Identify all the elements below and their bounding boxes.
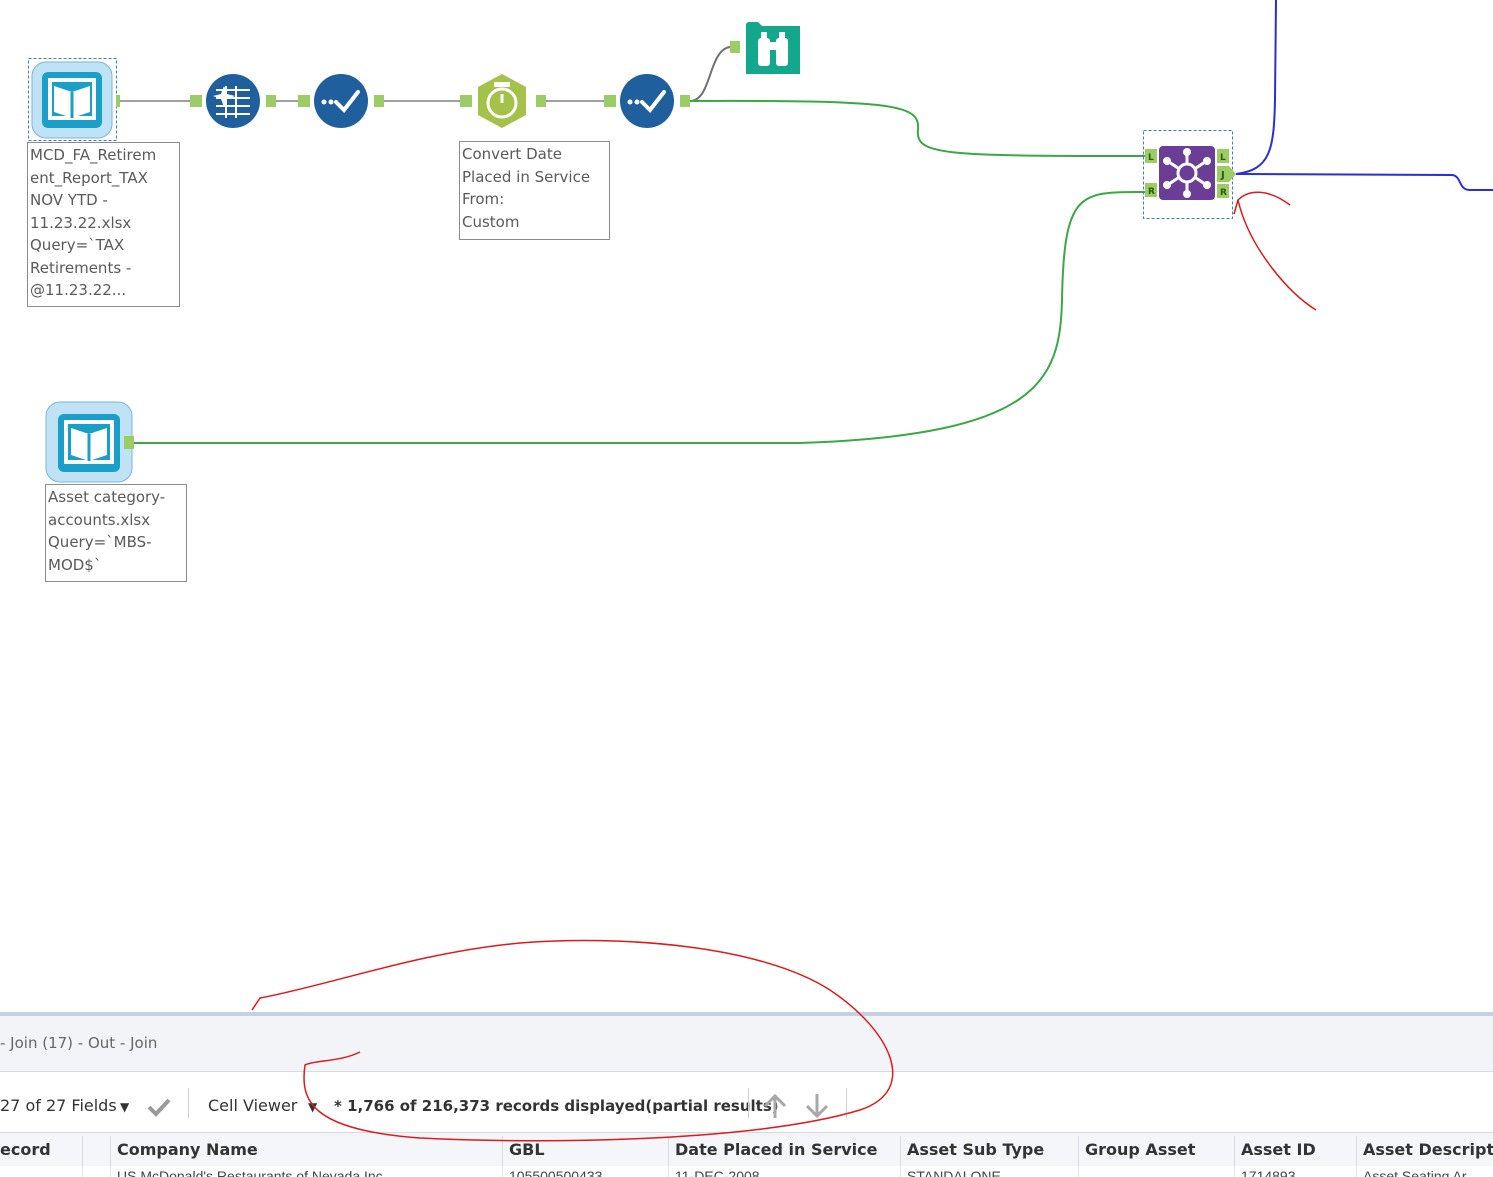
cell-gbl: 105500500433	[502, 1166, 668, 1177]
column-header-date-placed-in-service[interactable]: Date Placed in Service	[668, 1136, 900, 1166]
input-data-book-icon	[28, 58, 124, 141]
tool-select-2[interactable]	[604, 72, 694, 132]
cell-blank	[82, 1166, 110, 1177]
tool-autofield[interactable]	[190, 72, 278, 132]
fields-dropdown[interactable]: 27 of 27 Fields	[0, 1096, 117, 1115]
cell-record	[0, 1166, 82, 1177]
cell-asset-id: 1714893	[1234, 1166, 1356, 1177]
tool-input-data-1[interactable]	[28, 58, 124, 142]
wire-select2-to-browse	[689, 46, 731, 102]
checkmark-icon[interactable]	[146, 1096, 172, 1118]
column-header-group-asset[interactable]: Group Asset	[1078, 1136, 1234, 1166]
wire-input2-to-join-right	[132, 190, 1146, 444]
wire-join-out-right	[1235, 173, 1493, 191]
cell-viewer-button[interactable]: Cell Viewer	[208, 1096, 297, 1115]
toolbar-separator	[188, 1088, 189, 1118]
join-anchor-left: L	[1148, 153, 1154, 163]
fields-chevron-down-icon[interactable]: ▼	[120, 1100, 129, 1114]
column-header-gbl[interactable]: GBL	[502, 1136, 668, 1166]
column-header-company-name[interactable]: Company Name	[110, 1136, 502, 1166]
input-data-book-icon	[45, 401, 134, 483]
select-check-icon	[604, 74, 690, 128]
connection-wires	[116, 0, 1493, 444]
toolbar-separator	[748, 1088, 749, 1118]
grid-header: ecord Company Name GBL Date Placed in Se…	[0, 1136, 1493, 1166]
auto-field-icon	[190, 74, 276, 128]
browse-binoculars-icon	[730, 22, 800, 74]
table-row[interactable]: US McDonald's Restaurants of Nevada Inc …	[0, 1166, 1493, 1177]
workflow-canvas[interactable]: MCD_FA_Retirem ent_Report_TAX NOV YTD - …	[0, 0, 1493, 1010]
select-check-icon	[298, 74, 384, 128]
cell-company-name: US McDonald's Restaurants of Nevada Inc	[110, 1166, 502, 1177]
join-output-join: J	[1220, 170, 1225, 181]
results-pane: - Join (17) - Out - Join 27 of 27 Fields…	[0, 1012, 1493, 1177]
arrow-up-icon[interactable]	[762, 1092, 788, 1120]
arrow-down-icon[interactable]	[804, 1092, 830, 1120]
tool-datetime[interactable]	[460, 72, 550, 132]
cell-asset-description: Asset Seating Ar	[1356, 1166, 1493, 1177]
join-anchor-right: R	[1148, 187, 1155, 197]
cell-viewer-chevron-down-icon[interactable]: ▼	[308, 1100, 317, 1114]
join-output-left: L	[1220, 153, 1226, 163]
datetime-stopwatch-icon	[460, 74, 546, 128]
results-title: - Join (17) - Out - Join	[0, 1034, 158, 1052]
cell-asset-sub-type: STANDALONE	[900, 1166, 1078, 1177]
tool-select-1[interactable]	[298, 72, 386, 132]
tool-input-data-2[interactable]	[44, 400, 136, 484]
column-header-asset-sub-type[interactable]: Asset Sub Type	[900, 1136, 1078, 1166]
cell-group-asset	[1078, 1166, 1234, 1177]
join-icon: L R L J R	[1143, 130, 1236, 219]
tool-browse[interactable]	[728, 20, 804, 76]
column-header-asset-description[interactable]: Asset Description	[1356, 1136, 1493, 1166]
results-toolbar: 27 of 27 Fields ▼ Cell Viewer ▼ * 1,766 …	[0, 1071, 1493, 1133]
tool-label-input-1: MCD_FA_Retirem ent_Report_TAX NOV YTD - …	[27, 142, 180, 307]
join-output-right: R	[1220, 188, 1227, 198]
wire-select2-to-join-left	[689, 99, 1146, 157]
column-header-record[interactable]: ecord	[0, 1136, 82, 1166]
tool-label-input-2: Asset category- accounts.xlsx Query=`MBS…	[45, 484, 187, 582]
cell-date-placed: 11-DEC-2008	[668, 1166, 900, 1177]
column-header-asset-id[interactable]: Asset ID	[1234, 1136, 1356, 1166]
tool-join[interactable]: L R L J R	[1143, 130, 1236, 220]
wire-join-out-up	[1235, 0, 1277, 175]
column-header-blank[interactable]	[82, 1136, 110, 1166]
toolbar-separator	[846, 1088, 847, 1118]
records-status: * 1,766 of 216,373 records displayed(par…	[334, 1097, 779, 1115]
tool-label-datetime: Convert Date Placed in Service From: Cus…	[459, 141, 610, 240]
